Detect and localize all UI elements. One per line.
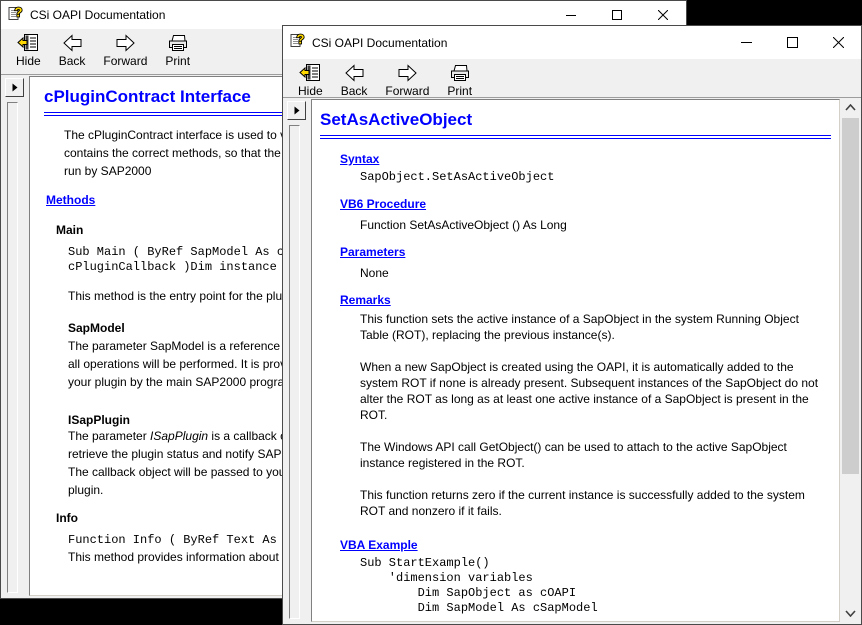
hide-button[interactable]: Hide [289, 62, 332, 99]
window-title: CSi OAPI Documentation [30, 8, 165, 22]
forward-arrow-icon [115, 33, 136, 53]
front-window-toolbar: Hide Back Forward [283, 59, 861, 98]
nav-strip [285, 99, 311, 622]
code-line: Sub StartExample() [360, 556, 831, 571]
back-button-label: Back [59, 54, 86, 68]
hide-button-label: Hide [298, 84, 323, 98]
maximize-button[interactable] [769, 26, 815, 59]
vba-example-link[interactable]: VBA Example [340, 538, 418, 552]
window-controls [723, 26, 861, 59]
close-button[interactable] [815, 26, 861, 59]
maximize-icon [787, 37, 798, 48]
print-button-label: Print [447, 84, 472, 98]
print-button[interactable]: Print [438, 62, 481, 99]
hide-icon [299, 63, 321, 83]
chevron-right-icon [294, 106, 300, 115]
svg-text:?: ? [297, 32, 305, 47]
syntax-link[interactable]: Syntax [340, 152, 379, 166]
nav-splitter[interactable] [289, 125, 300, 619]
back-button[interactable]: Back [50, 32, 95, 69]
forward-button[interactable]: Forward [94, 32, 156, 69]
window-title: CSi OAPI Documentation [312, 36, 447, 50]
hide-icon [17, 33, 39, 53]
close-icon [833, 37, 844, 48]
code-line: Dim SapModel As cSapModel [360, 601, 831, 616]
print-button-label: Print [165, 54, 190, 68]
print-icon [449, 63, 471, 83]
vb6-procedure-text: Function SetAsActiveObject () As Long [360, 217, 831, 233]
remarks-paragraph: When a new SapObject is created using th… [360, 359, 823, 423]
front-window: ? CSi OAPI Documentation [282, 25, 862, 625]
minimize-icon [566, 10, 576, 20]
chevron-up-icon [845, 104, 856, 111]
forward-button-label: Forward [103, 54, 147, 68]
forward-button-label: Forward [385, 84, 429, 98]
help-app-icon: ? [290, 32, 306, 53]
maximize-icon [612, 10, 622, 20]
remarks-paragraph: The Windows API call GetObject() can be … [360, 439, 823, 471]
back-arrow-icon [344, 63, 365, 83]
scroll-down-button[interactable] [842, 605, 859, 622]
minimize-button[interactable] [723, 26, 769, 59]
doc-title: SetAsActiveObject [320, 110, 831, 139]
print-button[interactable]: Print [156, 32, 199, 69]
back-button-label: Back [341, 84, 368, 98]
close-icon [658, 10, 668, 20]
methods-link[interactable]: Methods [46, 193, 95, 207]
scroll-up-button[interactable] [842, 99, 859, 116]
parameters-link[interactable]: Parameters [340, 245, 405, 259]
forward-arrow-icon [397, 63, 418, 83]
syntax-code: SapObject.SetAsActiveObject [360, 170, 831, 185]
remarks-paragraph: This function sets the active instance o… [360, 311, 823, 343]
vb6-procedure-link[interactable]: VB6 Procedure [340, 197, 426, 211]
nav-splitter[interactable] [7, 102, 18, 593]
remarks-paragraph: This function returns zero if the curren… [360, 487, 823, 519]
back-button[interactable]: Back [332, 62, 377, 99]
front-window-titlebar[interactable]: ? CSi OAPI Documentation [283, 26, 861, 59]
hide-button-label: Hide [16, 54, 41, 68]
vertical-scrollbar[interactable] [842, 99, 859, 622]
remarks-link[interactable]: Remarks [340, 293, 391, 307]
doc-pane[interactable]: SetAsActiveObject Syntax SapObject.SetAs… [311, 99, 840, 622]
nav-expand-button[interactable] [5, 78, 24, 97]
front-window-content: SetAsActiveObject Syntax SapObject.SetAs… [285, 99, 859, 622]
minimize-icon [741, 37, 752, 48]
svg-text:?: ? [15, 5, 23, 20]
code-line: 'dimension variables [360, 571, 831, 586]
help-app-icon: ? [8, 5, 24, 26]
hide-button[interactable]: Hide [7, 32, 50, 69]
nav-strip [3, 76, 29, 596]
print-icon [167, 33, 189, 53]
chevron-right-icon [12, 83, 18, 92]
code-line: Dim SapObject as cOAPI [360, 586, 831, 601]
parameters-text: None [360, 265, 831, 281]
nav-expand-button[interactable] [287, 101, 306, 120]
forward-button[interactable]: Forward [376, 62, 438, 99]
back-arrow-icon [62, 33, 83, 53]
chevron-down-icon [845, 610, 856, 617]
desktop: { "colors": { "desktop_bg": "#000000", "… [0, 0, 862, 622]
scrollbar-thumb[interactable] [842, 118, 859, 474]
